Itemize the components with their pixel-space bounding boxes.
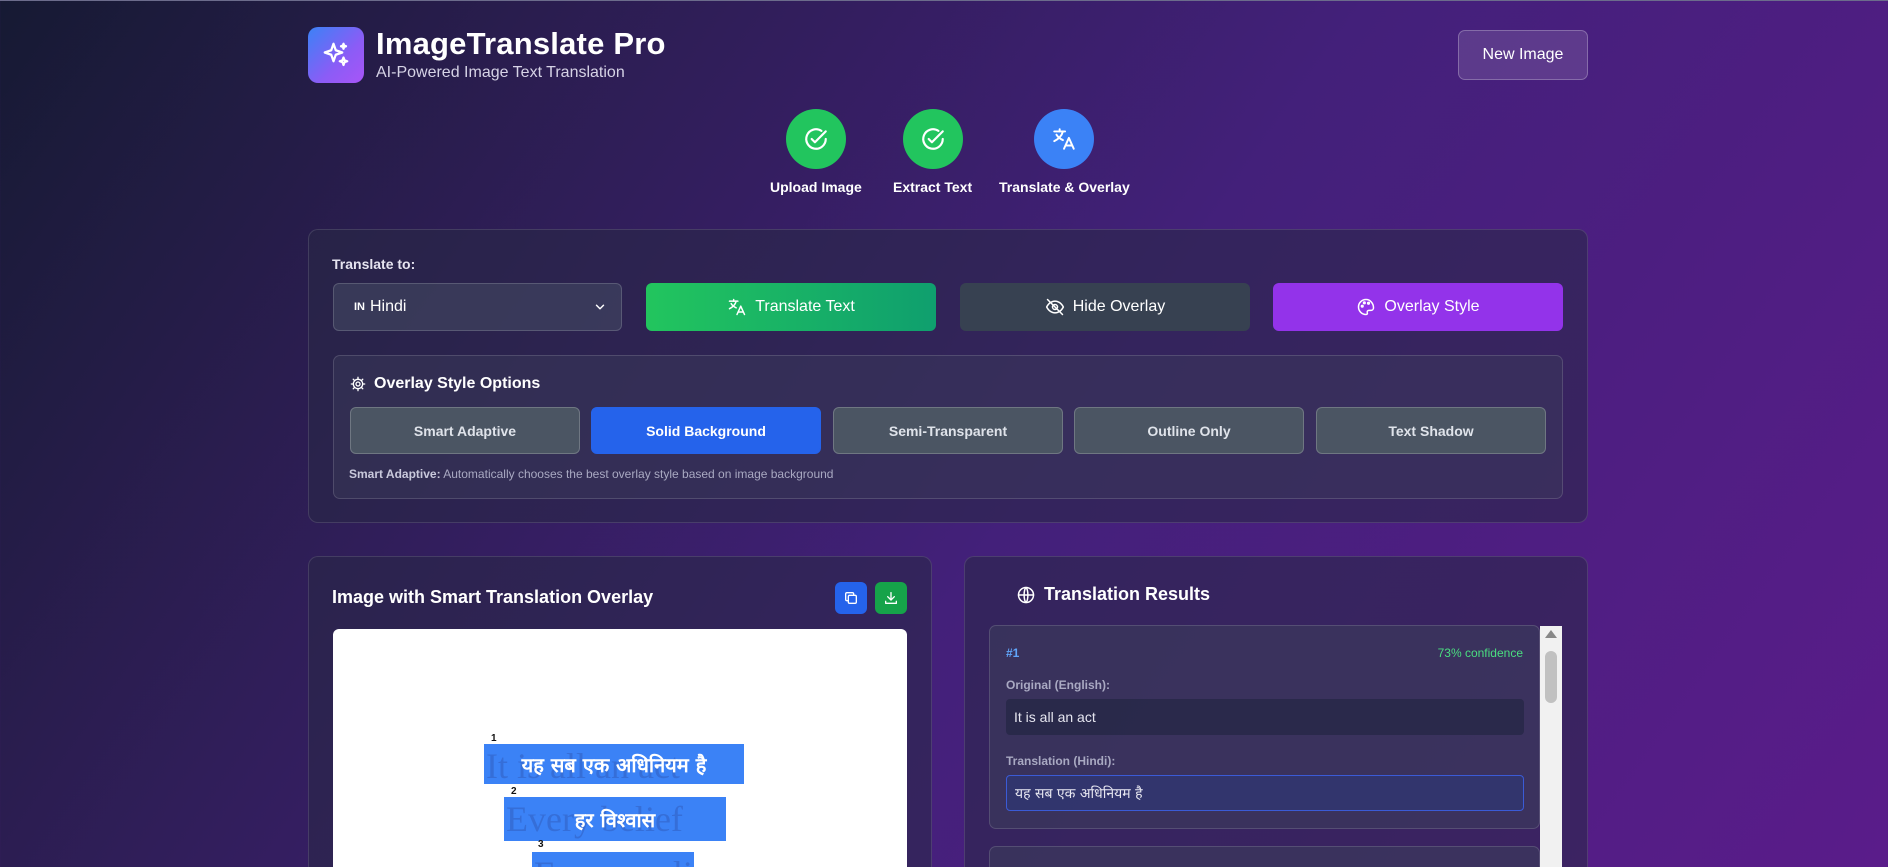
overlay-options-title-text: Overlay Style Options (374, 375, 541, 392)
app-logo (308, 27, 364, 83)
option-text-shadow[interactable]: Text Shadow (1316, 407, 1546, 454)
result-number: #1 (1006, 646, 1020, 660)
language-code: IN (354, 301, 365, 313)
option-smart-adaptive[interactable]: Smart Adaptive (350, 407, 580, 454)
results-scrollbar[interactable] (1540, 626, 1562, 867)
translate-to-label: Translate to: (332, 256, 416, 272)
app-subtitle: AI-Powered Image Text Translation (376, 64, 625, 81)
step-extract-text: Extract Text (893, 109, 972, 195)
top-border (0, 0, 1888, 1)
overlay-style-label: Overlay Style (1384, 298, 1480, 315)
scroll-up-arrow-icon[interactable] (1545, 630, 1557, 638)
new-image-button[interactable]: New Image (1458, 30, 1588, 80)
step-label: Translate & Overlay (999, 179, 1130, 195)
image-panel-title: Image with Smart Translation Overlay (332, 587, 654, 607)
translation-overlay[interactable]: Every reality (532, 852, 694, 867)
step-label: Extract Text (893, 179, 973, 195)
overlay-style-button[interactable]: Overlay Style (1273, 283, 1563, 331)
translate-text-button[interactable]: Translate Text (646, 283, 936, 331)
step-label: Upload Image (770, 179, 862, 195)
results-list[interactable]: #1 73% confidence Original (English): It… (989, 625, 1563, 867)
language-value: Hindi (370, 298, 407, 315)
copy-icon (845, 592, 857, 604)
globe-icon (1017, 586, 1035, 603)
palette-icon (1358, 298, 1375, 316)
translation-label: Translation (Hindi): (1006, 754, 1116, 768)
step-circle (902, 109, 963, 169)
results-title-text: Translation Results (1044, 584, 1211, 604)
translation-overlay[interactable]: It is all an act यह सब एक अधिनियम है (484, 744, 744, 784)
hide-overlay-button[interactable]: Hide Overlay (960, 283, 1250, 331)
chevron-down-icon (595, 304, 605, 310)
step-upload-image: Upload Image (770, 109, 862, 195)
overlay-options-note: Smart Adaptive: Automatically chooses th… (349, 467, 833, 481)
option-solid-background[interactable]: Solid Background (591, 407, 821, 454)
overlay-number: 3 (538, 839, 544, 850)
download-button[interactable] (875, 582, 907, 614)
result-card: #1 73% confidence Original (English): It… (989, 625, 1540, 829)
hide-overlay-label: Hide Overlay (1072, 298, 1166, 315)
check-circle-icon (921, 128, 944, 150)
gear-icon (350, 376, 366, 392)
download-icon (885, 592, 897, 604)
overlay-number: 1 (491, 733, 497, 744)
confidence-badge: 73% confidence (1437, 646, 1523, 660)
overlay-translation-text: हर विश्वास (574, 807, 656, 832)
scroll-thumb[interactable] (1545, 651, 1557, 703)
copy-button[interactable] (835, 582, 867, 614)
result-card (989, 846, 1540, 867)
translation-text-field[interactable]: यह सब एक अधिनियम है (1006, 775, 1524, 811)
original-label: Original (English): (1006, 678, 1110, 692)
option-outline-only[interactable]: Outline Only (1074, 407, 1304, 454)
note-text: Automatically chooses the best overlay s… (440, 467, 834, 481)
translate-icon (1053, 128, 1076, 150)
eye-off-icon (1045, 298, 1064, 316)
overlay-options-title: Overlay Style Options (350, 375, 540, 393)
app-title: ImageTranslate Pro (376, 26, 666, 61)
step-circle (1034, 109, 1095, 169)
step-circle (785, 109, 846, 169)
sparkles-icon (323, 42, 349, 67)
overlay-original-text: Every reality (532, 852, 694, 867)
note-label: Smart Adaptive: (349, 467, 441, 481)
language-select[interactable]: IN Hindi (333, 283, 622, 331)
image-canvas: 1 It is all an act यह सब एक अधिनियम है 2… (333, 629, 907, 867)
translate-text-label: Translate Text (755, 298, 855, 315)
translate-icon (728, 298, 746, 316)
translation-overlay[interactable]: Every belief हर विश्वास (504, 797, 726, 841)
check-circle-icon (805, 128, 827, 150)
overlay-translation-text: यह सब एक अधिनियम है (521, 752, 707, 777)
results-title: Translation Results (1016, 584, 1210, 605)
overlay-number: 2 (511, 786, 517, 797)
step-translate-overlay: Translate & Overlay (999, 109, 1130, 195)
option-semi-transparent[interactable]: Semi-Transparent (833, 407, 1063, 454)
original-text-field[interactable]: It is all an act (1006, 699, 1524, 735)
